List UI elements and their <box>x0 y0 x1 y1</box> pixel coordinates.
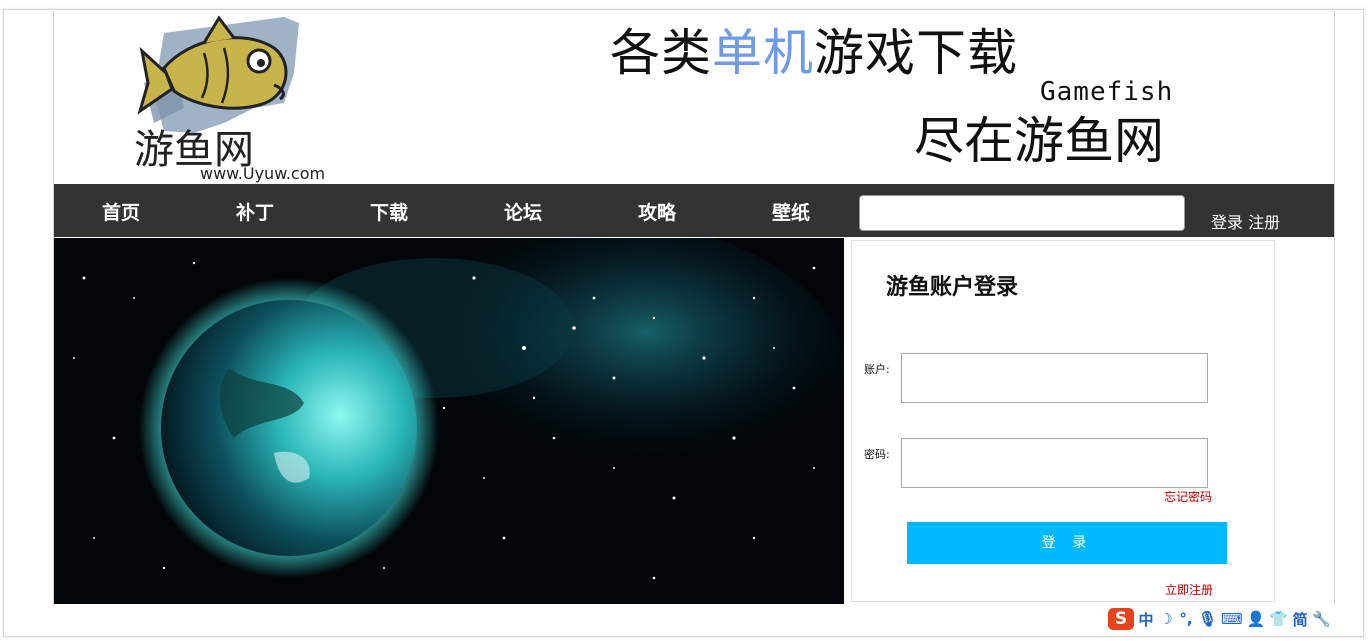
login-title: 游鱼账户登录 <box>886 274 1019 300</box>
nav-item-guides[interactable]: 攻略 <box>638 198 676 225</box>
slogan-english: Gamefish <box>1040 77 1174 107</box>
auth-links: 登录 注册 <box>1211 209 1280 233</box>
hero-banner <box>54 238 844 604</box>
sogou-logo-icon[interactable]: S <box>1108 608 1134 630</box>
account-label: 账户: <box>864 363 890 376</box>
nav-item-patches[interactable]: 补丁 <box>236 198 274 225</box>
nav-register-link[interactable]: 注册 <box>1248 213 1280 232</box>
ime-toolbar: S 中 ☽ °, 🎙 ⌨ 👤 👕 简 🔧 <box>1108 607 1331 631</box>
ime-keyboard-icon[interactable]: ⌨ <box>1221 610 1243 628</box>
nav-item-downloads[interactable]: 下载 <box>370 198 408 225</box>
search-input[interactable] <box>859 195 1185 231</box>
slogan-part-1: 各类 <box>610 24 712 82</box>
nav-item-wallpapers[interactable]: 壁纸 <box>772 198 810 225</box>
ime-microphone-icon[interactable]: 🎙 <box>1198 610 1217 628</box>
fish-logo-icon: 游鱼网 www.Uyuw.com <box>134 15 325 183</box>
slogan-part-2: 游戏下载 <box>814 24 1018 82</box>
forgot-password-link[interactable]: 忘记密码 <box>1164 488 1212 505</box>
ime-simplified-icon[interactable]: 简 <box>1292 609 1308 630</box>
slogan-line-1: 各类单机游戏下载 <box>610 21 1018 85</box>
site-header: 游鱼网 www.Uyuw.com 各类单机游戏下载 Gamefish 尽在游鱼网 <box>54 11 1334 184</box>
nav-item-forum[interactable]: 论坛 <box>504 198 542 225</box>
ime-settings-icon[interactable]: 🔧 <box>1312 610 1331 628</box>
account-field[interactable] <box>901 353 1208 403</box>
slogan-highlight: 单机 <box>712 24 814 82</box>
main-nav: 首页 补丁 下载 论坛 攻略 壁纸 登录 注册 <box>54 184 1334 237</box>
svg-text:www.Uyuw.com: www.Uyuw.com <box>200 164 325 183</box>
password-label: 密码: <box>864 448 890 461</box>
ime-chinese-mode-icon[interactable]: 中 <box>1138 609 1154 630</box>
password-field[interactable] <box>901 438 1208 488</box>
ime-punctuation-icon[interactable]: °, <box>1178 610 1194 628</box>
ime-skin-icon[interactable]: 👕 <box>1269 610 1288 628</box>
register-now-link[interactable]: 立即注册 <box>1165 581 1213 598</box>
space-planet-image <box>54 238 844 604</box>
page-container: 游鱼网 www.Uyuw.com 各类单机游戏下载 Gamefish 尽在游鱼网… <box>53 11 1335 605</box>
ime-moon-icon[interactable]: ☽ <box>1158 610 1174 628</box>
nav-login-link[interactable]: 登录 <box>1211 213 1243 232</box>
ime-user-icon[interactable]: 👤 <box>1247 610 1266 628</box>
login-panel: 游鱼账户登录 账户: 密码: 忘记密码 登 录 立即注册 <box>851 240 1275 602</box>
site-logo[interactable]: 游鱼网 www.Uyuw.com <box>134 13 349 185</box>
nav-item-home[interactable]: 首页 <box>102 198 140 225</box>
slogan-line-2: 尽在游鱼网 <box>914 112 1164 170</box>
login-submit-button[interactable]: 登 录 <box>907 522 1227 564</box>
